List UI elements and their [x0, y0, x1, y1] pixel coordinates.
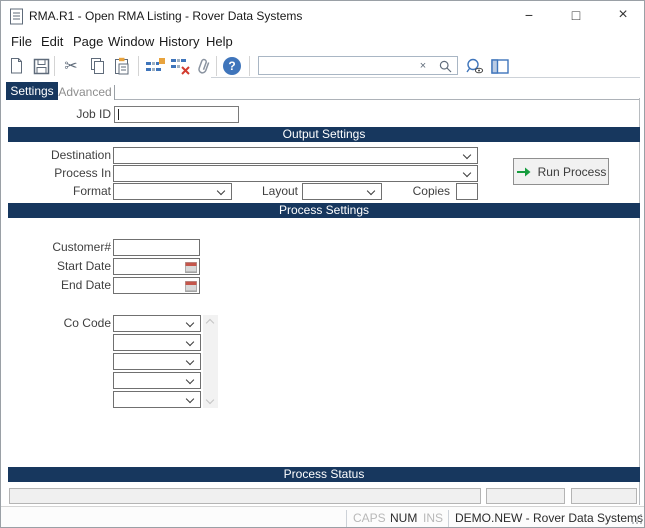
menu-edit[interactable]: Edit [41, 31, 63, 53]
tabstrip-baseline [115, 99, 640, 100]
calendar-icon[interactable] [185, 261, 197, 273]
process-status-panel-2 [486, 488, 565, 504]
co-code-label: Co Code [21, 315, 111, 332]
process-in-label: Process In [21, 165, 111, 182]
status-bar: CAPS NUM INS DEMO.NEW - Rover Data Syste… [1, 506, 644, 528]
scroll-down-icon[interactable] [206, 396, 214, 404]
chevron-down-icon [463, 151, 471, 159]
copies-input[interactable] [456, 183, 478, 200]
paste-icon[interactable] [111, 55, 133, 77]
tab-settings[interactable]: Settings [6, 82, 58, 100]
cut-icon[interactable]: ✂ [60, 55, 82, 77]
chevron-down-icon [186, 395, 194, 403]
process-status-panel-3 [571, 488, 637, 504]
ins-indicator: INS [423, 507, 443, 528]
resize-grip[interactable] [632, 513, 642, 527]
help-icon[interactable]: ? [221, 55, 243, 77]
destination-label: Destination [21, 147, 111, 164]
process-settings-header: Process Settings [8, 203, 640, 218]
menu-bar: File Edit Page Window History Help [1, 31, 644, 53]
chevron-down-icon [186, 338, 194, 346]
save-icon[interactable] [30, 55, 52, 77]
co-code-scrollbar[interactable] [203, 315, 218, 408]
process-in-select[interactable] [113, 165, 478, 182]
job-id-label: Job ID [21, 106, 111, 123]
menu-window[interactable]: Window [108, 31, 154, 53]
format-select[interactable] [113, 183, 232, 200]
copy-icon[interactable] [86, 55, 108, 77]
minimize-button[interactable]: − [512, 1, 546, 31]
calendar-icon[interactable] [185, 280, 197, 292]
layout-label: Layout [241, 183, 298, 200]
co-code-select-1[interactable] [113, 315, 201, 332]
menu-help[interactable]: Help [206, 31, 233, 53]
start-date-label: Start Date [21, 258, 111, 275]
customer-label: Customer# [21, 239, 111, 256]
menu-history[interactable]: History [159, 31, 199, 53]
end-date-input[interactable] [113, 277, 200, 294]
text-caret [118, 109, 119, 120]
session-context: DEMO.NEW - Rover Data Systems [455, 507, 643, 528]
num-indicator: NUM [390, 507, 417, 528]
menu-file[interactable]: File [11, 31, 32, 53]
menu-page[interactable]: Page [73, 31, 103, 53]
find-view-icon[interactable] [464, 55, 486, 77]
caps-indicator: CAPS [353, 507, 386, 528]
new-icon[interactable] [5, 55, 27, 77]
close-button[interactable]: × [606, 1, 640, 31]
toolbar: ✂ ? × [1, 53, 644, 79]
co-code-select-4[interactable] [113, 372, 201, 389]
process-status-header: Process Status [8, 467, 640, 482]
destination-select[interactable] [113, 147, 478, 164]
chevron-down-icon [186, 357, 194, 365]
chevron-down-icon [186, 319, 194, 327]
run-process-button[interactable]: Run Process [513, 158, 609, 185]
layout-select[interactable] [302, 183, 382, 200]
maximize-button[interactable]: □ [559, 1, 593, 31]
toolbar-separator [216, 56, 217, 76]
job-id-input[interactable] [114, 106, 239, 123]
statusbar-separator [346, 510, 347, 527]
chevron-down-icon [186, 376, 194, 384]
chevron-down-icon [217, 187, 225, 195]
format-label: Format [21, 183, 111, 200]
toolbar-bottom-line [211, 77, 640, 78]
statusbar-separator [448, 510, 449, 527]
run-process-label: Run Process [538, 165, 607, 179]
search-box[interactable]: × [258, 56, 458, 75]
co-code-select-5[interactable] [113, 391, 201, 408]
customer-input[interactable] [113, 239, 200, 256]
tab-separator [114, 85, 115, 100]
co-code-select-3[interactable] [113, 353, 201, 370]
search-input[interactable] [261, 57, 421, 74]
start-date-input[interactable] [113, 258, 200, 275]
window-document-icon [9, 8, 24, 28]
output-settings-header: Output Settings [8, 127, 640, 142]
attachment-icon[interactable] [192, 55, 214, 77]
copies-label: Copies [396, 183, 450, 200]
process-status-panel-main [9, 488, 481, 504]
layout-panel-icon[interactable] [489, 55, 511, 77]
content-right-border [639, 98, 640, 505]
toolbar-separator [138, 56, 139, 76]
scroll-up-icon[interactable] [206, 319, 214, 327]
run-arrow-icon [516, 166, 531, 178]
tab-advanced[interactable]: Advanced [58, 84, 112, 100]
app-window: RMA.R1 - Open RMA Listing - Rover Data S… [0, 0, 645, 528]
end-date-label: End Date [21, 277, 111, 294]
toolbar-separator [54, 56, 55, 76]
window-title: RMA.R1 - Open RMA Listing - Rover Data S… [29, 1, 302, 31]
insert-rows-icon[interactable] [144, 55, 166, 77]
help-question-glyph: ? [223, 57, 241, 75]
co-code-select-2[interactable] [113, 334, 201, 351]
delete-rows-icon[interactable] [169, 55, 191, 77]
chevron-down-icon [463, 169, 471, 177]
toolbar-separator [249, 56, 250, 76]
search-clear-icon[interactable]: × [415, 58, 431, 74]
chevron-down-icon [367, 187, 375, 195]
title-bar[interactable]: RMA.R1 - Open RMA Listing - Rover Data S… [1, 1, 644, 31]
search-icon[interactable] [437, 58, 453, 74]
